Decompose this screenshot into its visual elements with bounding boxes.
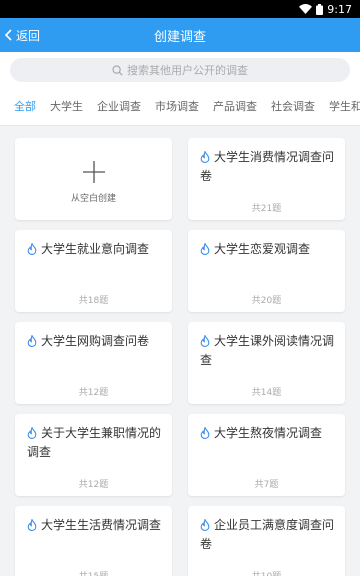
template-card[interactable]: 大学生消费情况调查问卷共21题 (188, 138, 345, 220)
tab-0[interactable]: 全部 (14, 88, 36, 125)
question-count: 共18题 (78, 296, 109, 306)
template-card[interactable]: 大学生课外阅读情况调查共14题 (188, 322, 345, 404)
template-title-row: 大学生消费情况调查问卷 (200, 148, 335, 186)
search-placeholder: 搜索其他用户公开的调查 (127, 64, 248, 77)
template-title-row: 企业员工满意度调查问卷 (200, 516, 335, 554)
template-card[interactable]: 大学生恋爱观调查共20题 (188, 230, 345, 312)
template-title: 大学生生活费情况调查 (41, 518, 162, 532)
page-title: 创建调查 (153, 29, 206, 45)
question-count: 共15题 (15, 569, 172, 576)
template-title: 大学生消费情况调查问卷 (200, 150, 335, 183)
template-title-row: 大学生恋爱观调查 (200, 240, 335, 259)
template-card[interactable]: 大学生就业意向调查共18题 (15, 230, 172, 312)
tab-2[interactable]: 企业调查 (97, 88, 141, 125)
question-count: 共12题 (78, 388, 109, 398)
template-card[interactable]: 大学生熬夜情况调查共7题 (188, 414, 345, 496)
template-title-row: 大学生课外阅读情况调查 (200, 332, 335, 370)
template-card[interactable]: 企业员工满意度调查问卷共10题 (188, 506, 345, 576)
chevron-left-icon (4, 29, 12, 41)
search-icon (112, 64, 123, 76)
search-bar: 搜索其他用户公开的调查 (0, 52, 360, 88)
flame-icon (200, 151, 210, 163)
tab-4[interactable]: 产品调查 (213, 88, 257, 125)
template-title: 大学生就业意向调查 (41, 242, 150, 256)
question-count: 共12题 (78, 480, 109, 490)
template-title: 大学生恋爱观调查 (214, 242, 311, 256)
template-card[interactable]: 大学生生活费情况调查共15题 (15, 506, 172, 576)
battery-icon (316, 3, 324, 15)
question-count: 共14题 (251, 388, 282, 398)
create-blank-label: 从空白创建 (70, 194, 116, 204)
tab-6[interactable]: 学生和年 (329, 88, 360, 125)
template-title-row: 大学生网购调查问卷 (27, 332, 162, 351)
flame-icon (27, 519, 37, 531)
flame-icon (200, 427, 210, 439)
template-title-row: 大学生生活费情况调查 (27, 516, 162, 535)
template-title: 关于大学生兼职情况的调查 (27, 426, 162, 459)
template-card[interactable]: 大学生网购调查问卷共12题 (15, 322, 172, 404)
template-title-row: 关于大学生兼职情况的调查 (27, 424, 162, 462)
template-card[interactable]: 关于大学生兼职情况的调查共12题 (15, 414, 172, 496)
template-title: 企业员工满意度调查问卷 (200, 518, 335, 551)
search-input[interactable]: 搜索其他用户公开的调查 (10, 58, 350, 82)
template-title: 大学生熬夜情况调查 (214, 426, 323, 440)
flame-icon (27, 335, 37, 347)
question-count: 共20题 (251, 296, 282, 306)
question-count: 共7题 (254, 480, 279, 490)
flame-icon (27, 427, 37, 439)
back-button[interactable]: 返回 (4, 18, 40, 52)
plus-icon (82, 161, 105, 183)
status-bar: 9:17 (0, 0, 360, 18)
template-title-row: 大学生就业意向调查 (27, 240, 162, 259)
flame-icon (200, 519, 210, 531)
wifi-icon (299, 4, 313, 14)
flame-icon (27, 243, 37, 255)
tab-3[interactable]: 市场调查 (155, 88, 199, 125)
tab-5[interactable]: 社会调查 (271, 88, 315, 125)
question-count: 共21题 (251, 204, 282, 214)
template-title: 大学生课外阅读情况调查 (200, 334, 335, 367)
template-title: 大学生网购调查问卷 (41, 334, 150, 348)
category-tabs: 全部大学生企业调查市场调查产品调查社会调查学生和年 (0, 88, 360, 126)
back-label: 返回 (16, 28, 41, 43)
flame-icon (200, 243, 210, 255)
create-blank-button[interactable]: 从空白创建 (15, 138, 172, 220)
status-time: 9:17 (327, 2, 352, 16)
template-title-row: 大学生熬夜情况调查 (200, 424, 335, 443)
tab-1[interactable]: 大学生 (50, 88, 83, 125)
app-bar: 返回 创建调查 (0, 18, 360, 52)
flame-icon (200, 335, 210, 347)
question-count: 共10题 (188, 569, 345, 576)
